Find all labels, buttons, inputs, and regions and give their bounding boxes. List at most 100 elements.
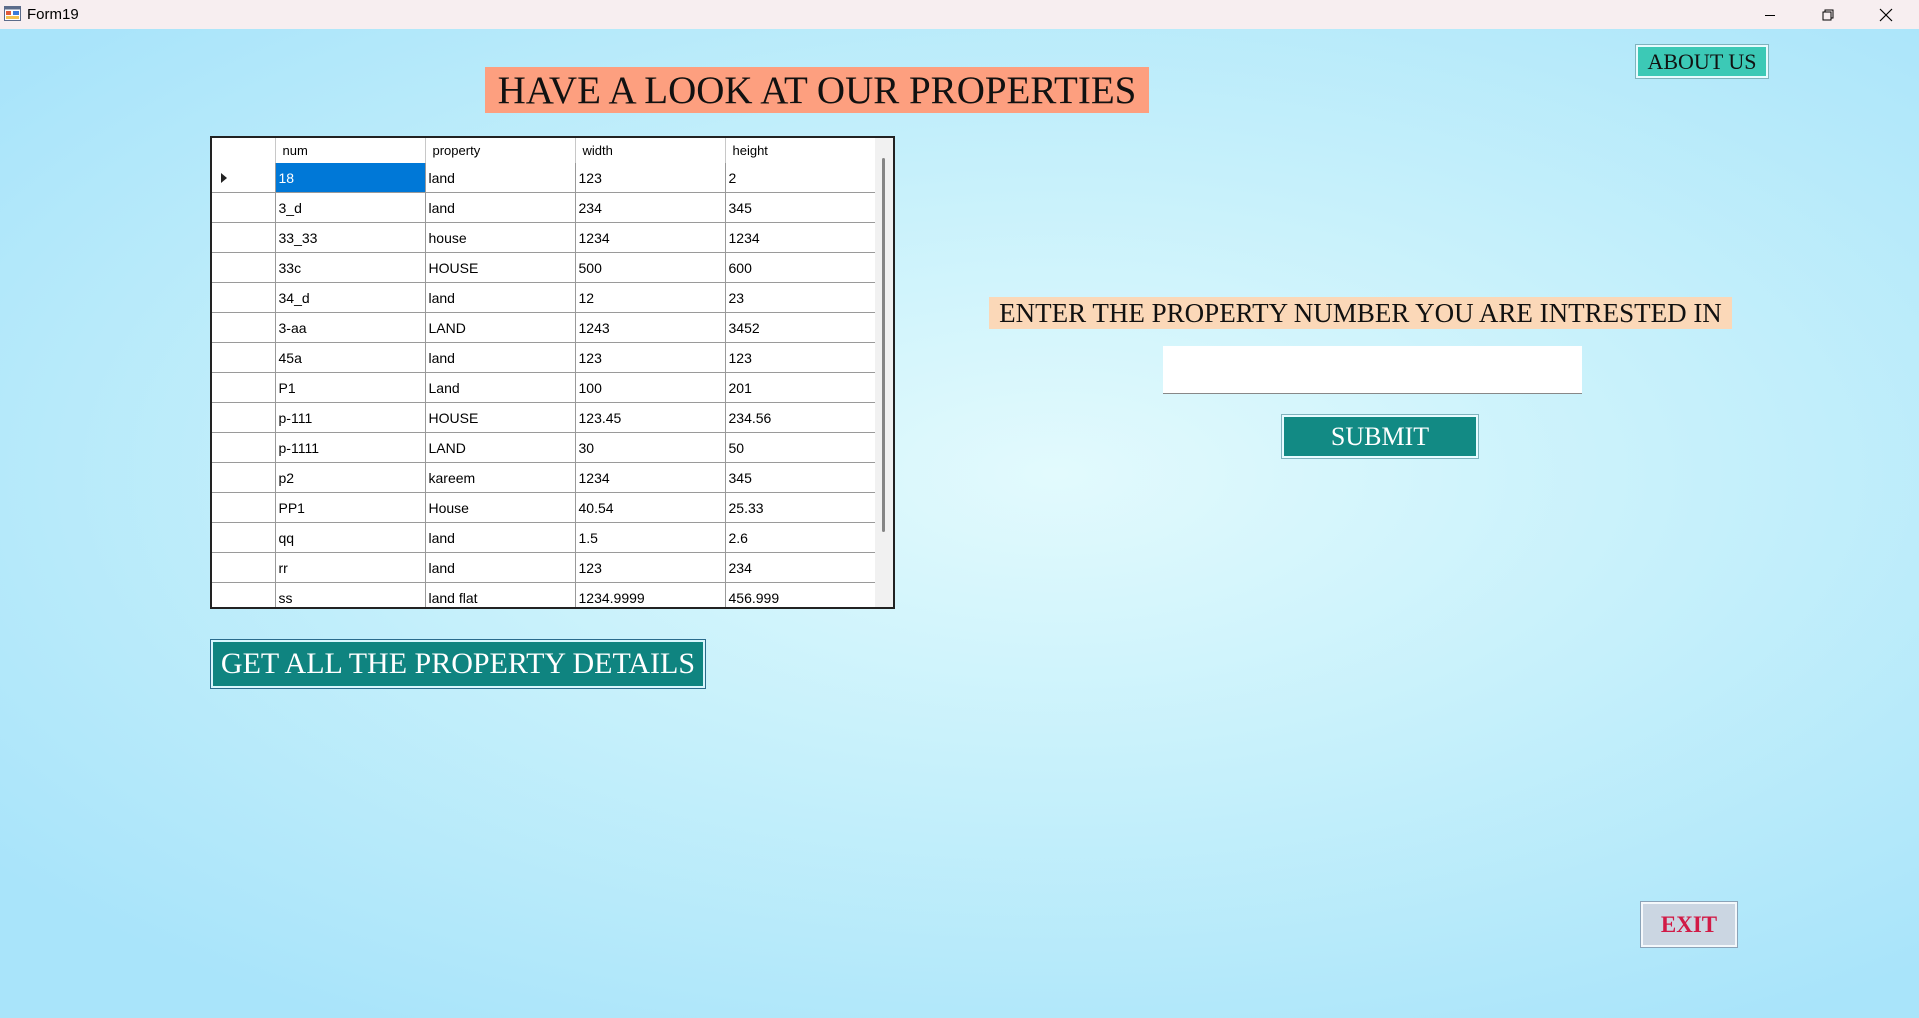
- row-header[interactable]: [212, 282, 276, 313]
- cell-width[interactable]: 123.45: [574, 402, 726, 433]
- row-header[interactable]: [212, 582, 276, 607]
- cell-num[interactable]: p-111: [274, 402, 426, 433]
- cell-width[interactable]: 500: [574, 252, 726, 283]
- cell-height[interactable]: 345: [724, 192, 876, 223]
- row-header[interactable]: [212, 462, 276, 493]
- table-row[interactable]: 3_d land 234 345: [212, 192, 876, 223]
- cell-width[interactable]: 1234: [574, 462, 726, 493]
- table-row[interactable]: rr land 123 234: [212, 552, 876, 583]
- row-header[interactable]: [212, 342, 276, 373]
- table-row[interactable]: ss land flat 1234.9999 456.999: [212, 582, 876, 607]
- table-row[interactable]: qq land 1.5 2.6: [212, 522, 876, 553]
- table-row[interactable]: p2 kareem 1234 345: [212, 462, 876, 493]
- cell-num[interactable]: 33_33: [274, 222, 426, 253]
- cell-height[interactable]: 345: [724, 462, 876, 493]
- about-us-button[interactable]: ABOUT US: [1636, 45, 1768, 78]
- column-header-property[interactable]: property: [425, 138, 576, 163]
- properties-grid[interactable]: num property width height 18 land 123 2 …: [210, 136, 895, 609]
- table-row[interactable]: p-111 HOUSE 123.45 234.56: [212, 402, 876, 433]
- cell-width[interactable]: 123: [574, 163, 726, 193]
- table-row[interactable]: p-1111 LAND 30 50: [212, 432, 876, 463]
- row-header[interactable]: [212, 163, 276, 193]
- cell-num[interactable]: 45a: [274, 342, 426, 373]
- cell-width[interactable]: 234: [574, 192, 726, 223]
- cell-property[interactable]: land: [424, 163, 576, 193]
- table-row[interactable]: 18 land 123 2: [212, 163, 876, 193]
- cell-height[interactable]: 2: [724, 163, 876, 193]
- cell-width[interactable]: 123: [574, 552, 726, 583]
- scrollbar-thumb[interactable]: [882, 158, 885, 532]
- cell-property[interactable]: land: [424, 282, 576, 313]
- property-number-input[interactable]: [1163, 346, 1582, 394]
- cell-height[interactable]: 201: [724, 372, 876, 403]
- cell-height[interactable]: 456.999: [724, 582, 876, 607]
- cell-property[interactable]: House: [424, 492, 576, 523]
- cell-height[interactable]: 3452: [724, 312, 876, 343]
- row-header[interactable]: [212, 312, 276, 343]
- cell-num[interactable]: qq: [274, 522, 426, 553]
- cell-num[interactable]: p2: [274, 462, 426, 493]
- submit-button[interactable]: SUBMIT: [1282, 415, 1478, 458]
- cell-num[interactable]: PP1: [274, 492, 426, 523]
- row-header[interactable]: [212, 372, 276, 403]
- row-header[interactable]: [212, 492, 276, 523]
- cell-width[interactable]: 100: [574, 372, 726, 403]
- get-all-property-details-button[interactable]: GET ALL THE PROPERTY DETAILS: [211, 640, 705, 688]
- cell-property[interactable]: land: [424, 342, 576, 373]
- cell-num[interactable]: p-1111: [274, 432, 426, 463]
- cell-height[interactable]: 1234: [724, 222, 876, 253]
- cell-property[interactable]: HOUSE: [424, 252, 576, 283]
- table-row[interactable]: 34_d land 12 23: [212, 282, 876, 313]
- cell-width[interactable]: 1.5: [574, 522, 726, 553]
- cell-height[interactable]: 25.33: [724, 492, 876, 523]
- row-header[interactable]: [212, 552, 276, 583]
- row-header[interactable]: [212, 222, 276, 253]
- row-header[interactable]: [212, 192, 276, 223]
- cell-height[interactable]: 600: [724, 252, 876, 283]
- table-row[interactable]: P1 Land 100 201: [212, 372, 876, 403]
- minimize-button[interactable]: [1741, 0, 1799, 29]
- row-header[interactable]: [212, 402, 276, 433]
- row-header[interactable]: [212, 432, 276, 463]
- cell-property[interactable]: house: [424, 222, 576, 253]
- cell-num[interactable]: 33c: [274, 252, 426, 283]
- cell-num[interactable]: P1: [274, 372, 426, 403]
- exit-button[interactable]: EXIT: [1641, 902, 1737, 947]
- column-header-width[interactable]: width: [575, 138, 726, 163]
- row-header[interactable]: [212, 252, 276, 283]
- cell-num[interactable]: rr: [274, 552, 426, 583]
- table-row[interactable]: 3-aa LAND 1243 3452: [212, 312, 876, 343]
- cell-num[interactable]: 3_d: [274, 192, 426, 223]
- cell-property[interactable]: land: [424, 552, 576, 583]
- restore-button[interactable]: [1799, 0, 1857, 29]
- cell-property[interactable]: land flat: [424, 582, 576, 607]
- cell-property[interactable]: land: [424, 192, 576, 223]
- cell-width[interactable]: 1234.9999: [574, 582, 726, 607]
- cell-height[interactable]: 23: [724, 282, 876, 313]
- cell-property[interactable]: HOUSE: [424, 402, 576, 433]
- cell-property[interactable]: LAND: [424, 312, 576, 343]
- cell-property[interactable]: kareem: [424, 462, 576, 493]
- cell-width[interactable]: 1234: [574, 222, 726, 253]
- column-header-num[interactable]: num: [275, 138, 426, 163]
- cell-height[interactable]: 50: [724, 432, 876, 463]
- table-row[interactable]: 33_33 house 1234 1234: [212, 222, 876, 253]
- cell-num[interactable]: ss: [274, 582, 426, 607]
- grid-vertical-scrollbar[interactable]: [875, 138, 893, 607]
- cell-num[interactable]: 18: [274, 163, 426, 193]
- cell-width[interactable]: 123: [574, 342, 726, 373]
- cell-property[interactable]: Land: [424, 372, 576, 403]
- cell-width[interactable]: 1243: [574, 312, 726, 343]
- row-header[interactable]: [212, 522, 276, 553]
- cell-height[interactable]: 2.6: [724, 522, 876, 553]
- cell-num[interactable]: 34_d: [274, 282, 426, 313]
- cell-height[interactable]: 234: [724, 552, 876, 583]
- cell-property[interactable]: LAND: [424, 432, 576, 463]
- cell-height[interactable]: 234.56: [724, 402, 876, 433]
- cell-property[interactable]: land: [424, 522, 576, 553]
- cell-width[interactable]: 30: [574, 432, 726, 463]
- cell-width[interactable]: 12: [574, 282, 726, 313]
- close-button[interactable]: [1857, 0, 1915, 29]
- table-row[interactable]: 45a land 123 123: [212, 342, 876, 373]
- cell-height[interactable]: 123: [724, 342, 876, 373]
